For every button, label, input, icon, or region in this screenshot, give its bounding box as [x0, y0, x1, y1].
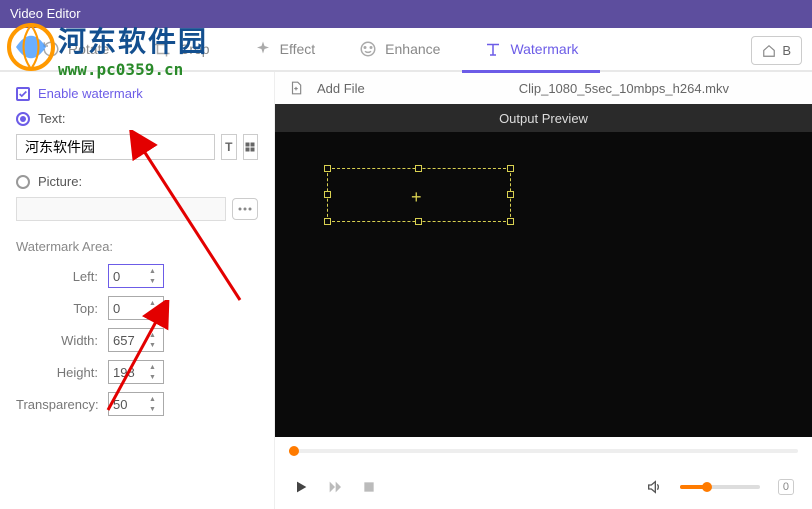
preview-panel: Add File Clip_1080_5sec_10mbps_h264.mkv …	[274, 72, 812, 509]
height-spinner[interactable]: 198 ▲▼	[108, 360, 164, 384]
radio-off-icon	[16, 175, 30, 189]
text-icon	[484, 40, 502, 58]
window-title: Video Editor	[10, 6, 81, 21]
tab-crop[interactable]: Crop	[131, 27, 231, 71]
text-radio-label: Text:	[38, 111, 65, 126]
sparkle-icon	[254, 40, 272, 58]
left-value: 0	[113, 269, 120, 284]
transparency-spinner[interactable]: 50 ▲▼	[108, 392, 164, 416]
tab-enhance[interactable]: Enhance	[337, 27, 462, 71]
tab-watermark[interactable]: Watermark	[462, 27, 600, 71]
watermark-overlay-box[interactable]: +	[327, 168, 511, 222]
height-label: Height:	[16, 365, 108, 380]
add-file-icon	[289, 81, 303, 95]
resize-handle-rm[interactable]	[507, 191, 514, 198]
tab-crop-label: Crop	[179, 41, 209, 57]
dots-icon	[238, 207, 252, 211]
crop-icon	[153, 40, 171, 58]
height-value: 198	[113, 365, 135, 380]
back-button-label: B	[782, 43, 791, 58]
file-row: Add File Clip_1080_5sec_10mbps_h264.mkv	[275, 72, 812, 104]
font-button[interactable]: T	[221, 134, 237, 160]
resize-handle-tr[interactable]	[507, 165, 514, 172]
resize-handle-lm[interactable]	[324, 191, 331, 198]
tab-enhance-label: Enhance	[385, 41, 440, 57]
stop-button[interactable]	[361, 479, 377, 495]
tab-rotate[interactable]: Rotate	[20, 27, 131, 71]
picture-radio-label: Picture:	[38, 174, 82, 189]
watermark-text-input[interactable]	[16, 134, 215, 160]
picture-path-input[interactable]	[16, 197, 226, 221]
text-radio[interactable]: Text:	[16, 111, 258, 126]
resize-handle-br[interactable]	[507, 218, 514, 225]
forward-icon	[327, 479, 343, 495]
width-label: Width:	[16, 333, 108, 348]
watermark-area-title: Watermark Area:	[16, 239, 258, 254]
tab-effect-label: Effect	[280, 41, 316, 57]
browse-button[interactable]	[232, 198, 258, 220]
tab-rotate-label: Rotate	[68, 41, 109, 57]
tab-watermark-label: Watermark	[510, 41, 578, 57]
top-spinner[interactable]: 0 ▲▼	[108, 296, 164, 320]
rotate-icon	[42, 40, 60, 58]
stop-icon	[361, 479, 377, 495]
radio-on-icon	[16, 112, 30, 126]
tab-bar: Rotate Crop Effect Enhance Watermark	[0, 28, 812, 72]
color-icon	[244, 141, 256, 153]
forward-button[interactable]	[327, 479, 343, 495]
watermark-sidebar: Enable watermark Text: T Picture: Waterm…	[0, 72, 274, 509]
width-value: 657	[113, 333, 135, 348]
preview-header: Output Preview	[275, 104, 812, 132]
top-value: 0	[113, 301, 120, 316]
time-counter: 0	[778, 479, 794, 495]
resize-handle-bl[interactable]	[324, 218, 331, 225]
enable-watermark-label: Enable watermark	[38, 86, 143, 101]
tab-effect[interactable]: Effect	[232, 27, 338, 71]
picture-radio[interactable]: Picture:	[16, 174, 258, 189]
volume-button[interactable]	[646, 479, 662, 495]
palette-icon	[359, 40, 377, 58]
checkbox-icon	[16, 87, 30, 101]
transparency-value: 50	[113, 397, 127, 412]
top-label: Top:	[16, 301, 108, 316]
left-label: Left:	[16, 269, 108, 284]
resize-handle-bm[interactable]	[415, 218, 422, 225]
move-icon: +	[411, 187, 422, 208]
add-file-button[interactable]: Add File	[317, 81, 365, 96]
play-button[interactable]	[293, 479, 309, 495]
play-icon	[293, 479, 309, 495]
resize-handle-tm[interactable]	[415, 165, 422, 172]
resize-handle-tl[interactable]	[324, 165, 331, 172]
volume-slider[interactable]	[680, 485, 760, 489]
transparency-label: Transparency:	[16, 397, 108, 412]
width-spinner[interactable]: 657 ▲▼	[108, 328, 164, 352]
volume-icon	[646, 479, 662, 495]
enable-watermark-checkbox[interactable]: Enable watermark	[16, 86, 258, 101]
back-button[interactable]: B	[751, 36, 802, 65]
video-preview[interactable]: +	[275, 132, 812, 437]
timeline-slider[interactable]	[289, 449, 798, 453]
window-titlebar: Video Editor	[0, 0, 812, 28]
style-button[interactable]	[243, 134, 259, 160]
left-spinner[interactable]: 0 ▲▼	[108, 264, 164, 288]
home-icon	[762, 44, 776, 58]
file-name[interactable]: Clip_1080_5sec_10mbps_h264.mkv	[519, 81, 729, 96]
